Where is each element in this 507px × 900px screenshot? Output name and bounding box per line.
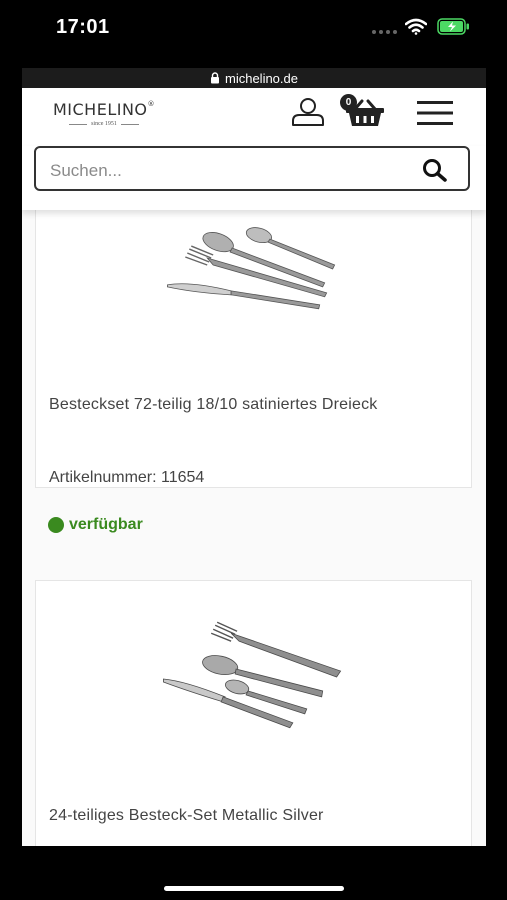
logo-since: since 1951 bbox=[44, 121, 164, 127]
lock-icon bbox=[211, 72, 219, 84]
product-title[interactable]: 24-teiliges Besteck-Set Metallic Silver bbox=[49, 807, 324, 825]
availability-dot-icon bbox=[48, 517, 64, 533]
site-header: MICHELINO® since 1951 0 bbox=[22, 88, 486, 146]
search-bar bbox=[22, 146, 486, 210]
michelino-logo[interactable]: MICHELINO® since 1951 bbox=[44, 100, 164, 127]
browser-viewport: michelino.de MICHELINO® since 1951 0 Suc… bbox=[22, 68, 486, 846]
article-number: Artikelnummer: 11654 bbox=[49, 469, 205, 486]
cutlery-set-image[interactable] bbox=[36, 619, 471, 739]
logo-name: MICHELINO bbox=[52, 100, 148, 119]
search-icon[interactable] bbox=[422, 158, 448, 182]
availability-label: verfügbar bbox=[69, 516, 143, 533]
wifi-icon bbox=[405, 18, 427, 35]
status-bar: 17:01 bbox=[0, 0, 507, 60]
hamburger-menu-icon[interactable] bbox=[417, 100, 453, 126]
home-indicator[interactable] bbox=[164, 886, 344, 891]
product-title[interactable]: Besteckset 72-teilig 18/10 satiniertes D… bbox=[49, 396, 377, 414]
search-box[interactable] bbox=[34, 146, 470, 191]
search-input[interactable] bbox=[48, 158, 412, 184]
product-card[interactable]: Besteckset 72-teilig 18/10 satiniertes D… bbox=[35, 210, 472, 488]
cutlery-set-image[interactable] bbox=[36, 211, 471, 311]
url-text: michelino.de bbox=[225, 70, 298, 86]
logo-registered-mark: ® bbox=[147, 100, 156, 108]
cart-count-badge: 0 bbox=[340, 94, 357, 111]
availability-status: verfügbar bbox=[48, 516, 143, 534]
status-time: 17:01 bbox=[56, 16, 110, 38]
cellular-signal-icon bbox=[372, 30, 397, 34]
account-icon[interactable] bbox=[290, 97, 326, 127]
product-card[interactable]: 24-teiliges Besteck-Set Metallic Silver bbox=[35, 580, 472, 846]
battery-charging-icon bbox=[437, 18, 469, 35]
product-list: Besteckset 72-teilig 18/10 satiniertes D… bbox=[22, 210, 486, 846]
url-bar[interactable]: michelino.de bbox=[22, 68, 486, 88]
